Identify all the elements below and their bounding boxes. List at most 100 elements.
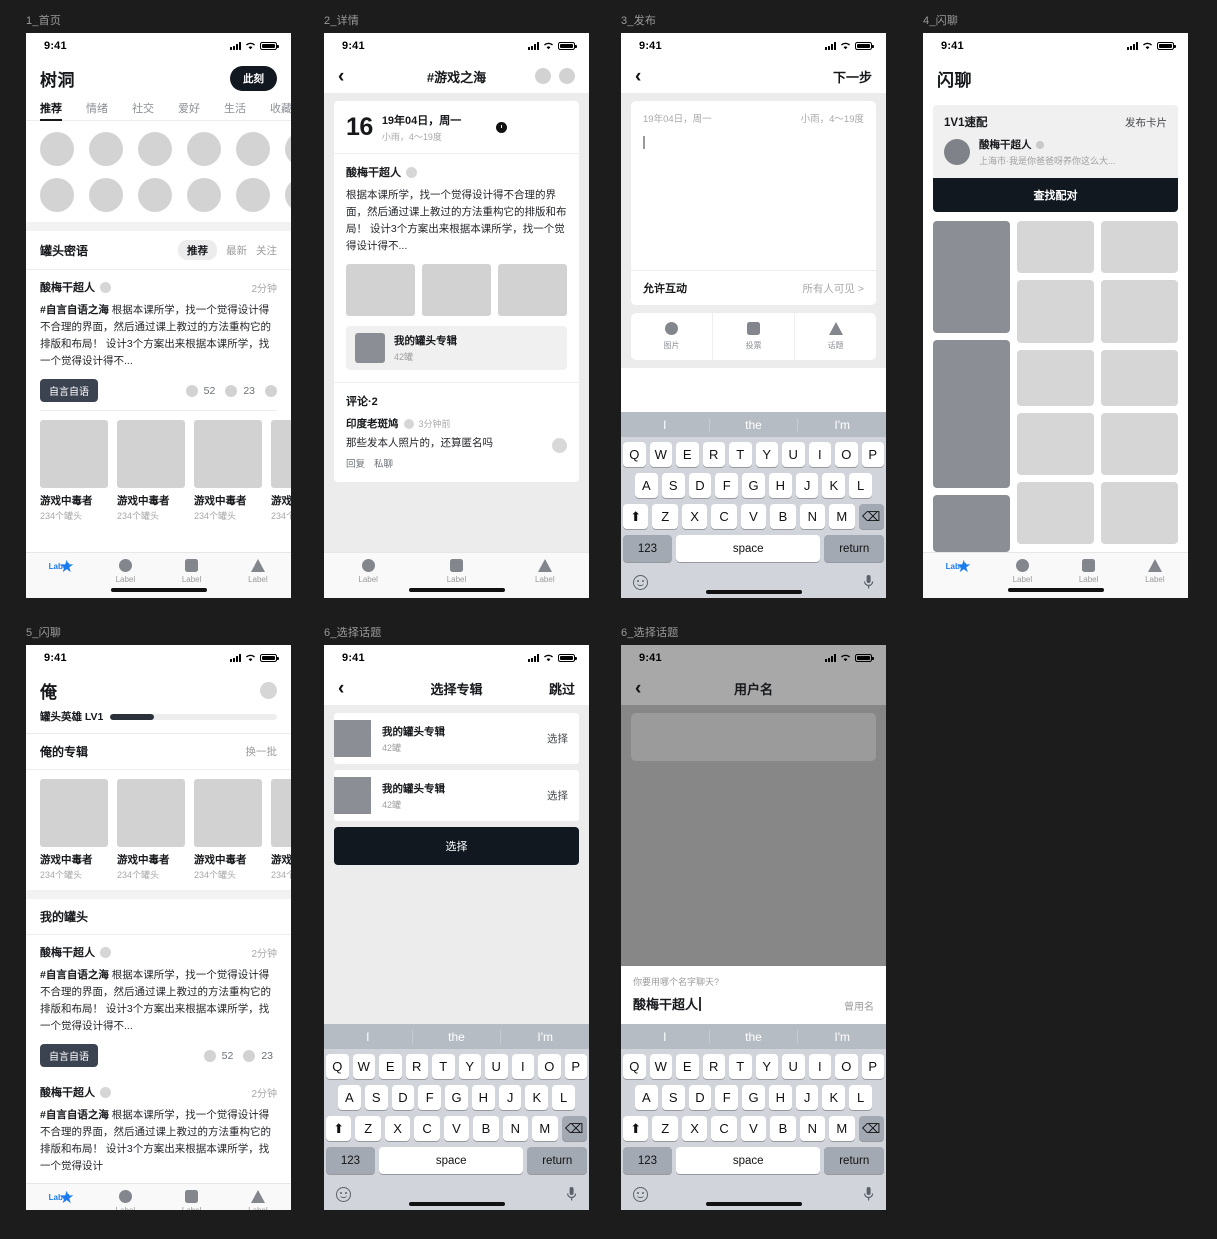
backspace-icon[interactable]: ⌫ [858, 504, 884, 529]
key-m[interactable]: M [532, 1116, 558, 1141]
suggestion-3[interactable]: I'm [797, 1029, 886, 1044]
post-card[interactable]: 酸梅干超人 2分钟 #自言自语之海 根据本课所学，找一个觉得设计得不合理的界面，… [26, 1075, 291, 1183]
key-h[interactable]: H [768, 1085, 792, 1110]
tab-bar-item-square[interactable]: Label [412, 559, 500, 584]
key-a[interactable]: A [634, 1085, 658, 1110]
comment-like-icon[interactable] [552, 438, 567, 453]
avatar[interactable] [40, 178, 74, 212]
avatar[interactable] [40, 132, 74, 166]
key-z[interactable]: Z [652, 1116, 678, 1141]
numbers-key[interactable]: 123 [623, 535, 672, 562]
numbers-key[interactable]: 123 [623, 1147, 672, 1174]
chat-tile[interactable] [1101, 221, 1178, 273]
post-card[interactable]: 酸梅干超人 2分钟 #自言自语之海 根据本课所学，找一个觉得设计得不合理的界面，… [26, 935, 291, 1075]
back-icon[interactable]: ‹ [338, 67, 344, 86]
return-key[interactable]: return [824, 535, 885, 562]
compose-textarea[interactable] [631, 125, 876, 270]
dm-button[interactable]: 私聊 [374, 456, 393, 470]
key-l[interactable]: L [552, 1085, 576, 1110]
key-j[interactable]: J [795, 473, 819, 498]
emoji-icon[interactable] [336, 1186, 351, 1202]
suggestion-1[interactable]: I [324, 1030, 412, 1044]
filter-newest[interactable]: 最新 [226, 243, 247, 258]
avatar[interactable] [236, 178, 270, 212]
key-t[interactable]: T [432, 1054, 455, 1079]
chat-tile[interactable] [933, 221, 1010, 334]
shift-icon[interactable]: ⬆ [623, 504, 649, 529]
space-key[interactable]: space [675, 1147, 821, 1174]
tab-bar-item-triangle[interactable]: Label [501, 559, 589, 584]
key-x[interactable]: X [384, 1116, 411, 1141]
key-r[interactable]: R [702, 1054, 725, 1079]
avatar[interactable] [260, 681, 277, 699]
skip-button[interactable]: 跳过 [549, 679, 575, 698]
key-c[interactable]: C [711, 504, 737, 529]
space-key[interactable]: space [675, 535, 821, 562]
tab-bar-item-circle[interactable]: Label [324, 559, 412, 584]
chat-tile[interactable] [1017, 221, 1094, 273]
back-icon[interactable]: ‹ [338, 679, 344, 698]
tab-bar-item-home[interactable]: ★ Label [26, 1189, 92, 1206]
confirm-select-button[interactable]: 选择 [334, 827, 579, 865]
key-n[interactable]: N [502, 1116, 529, 1141]
tab-bar-item-triangle[interactable]: Label [225, 1190, 291, 1210]
key-f[interactable]: F [715, 473, 739, 498]
album-card[interactable]: 游戏中毒者 234个罐头 [117, 779, 185, 881]
key-q[interactable]: Q [623, 1054, 646, 1079]
return-key[interactable]: return [527, 1147, 588, 1174]
album-card[interactable]: 游戏中毒者 234个罐头 [194, 779, 262, 881]
share-icon[interactable] [265, 384, 277, 397]
key-o[interactable]: O [835, 1054, 858, 1079]
key-m[interactable]: M [829, 504, 855, 529]
key-h[interactable]: H [471, 1085, 495, 1110]
next-button[interactable]: 下一步 [833, 67, 872, 86]
key-s[interactable]: S [364, 1085, 388, 1110]
chat-tile[interactable] [1101, 413, 1178, 475]
avatar[interactable] [138, 132, 172, 166]
avatar[interactable] [138, 178, 172, 212]
backspace-icon[interactable]: ⌫ [561, 1116, 587, 1141]
chat-tile[interactable] [1017, 482, 1094, 544]
key-h[interactable]: H [768, 473, 792, 498]
suggestion-1[interactable]: I [621, 418, 709, 432]
key-s[interactable]: S [661, 1085, 685, 1110]
album-row[interactable]: 我的罐头专辑 42罐 选择 [334, 770, 579, 821]
suggestion-2[interactable]: the [708, 1029, 798, 1044]
post-hashtag[interactable]: #自言自语之海 [40, 1109, 109, 1121]
album-card[interactable]: 游戏中毒者 234个罐头 [40, 420, 108, 522]
comment-icon[interactable] [225, 384, 238, 397]
tab-bar-item-circle[interactable]: Label [92, 1190, 158, 1210]
post-hashtag[interactable]: #自言自语之海 [40, 304, 109, 316]
key-r[interactable]: R [405, 1054, 428, 1079]
tool-topic[interactable]: 话题 [794, 313, 876, 360]
detail-image[interactable] [498, 264, 567, 316]
key-u[interactable]: U [782, 442, 805, 467]
avatar[interactable] [285, 132, 291, 166]
key-c[interactable]: C [711, 1116, 737, 1141]
avatar[interactable] [187, 132, 221, 166]
tab-hobby[interactable]: 爱好 [178, 100, 200, 120]
visibility-selector[interactable]: 所有人可见 > [802, 281, 864, 296]
detail-image[interactable] [422, 264, 491, 316]
backspace-icon[interactable]: ⌫ [858, 1116, 884, 1141]
key-g[interactable]: G [742, 473, 765, 498]
key-f[interactable]: F [418, 1085, 442, 1110]
shift-icon[interactable]: ⬆ [326, 1116, 352, 1141]
chat-tile[interactable] [1101, 482, 1178, 544]
reply-button[interactable]: 回复 [346, 456, 365, 470]
key-w[interactable]: W [649, 1054, 672, 1079]
suggestion-3[interactable]: I'm [500, 1029, 589, 1044]
microphone-icon[interactable] [863, 1186, 874, 1202]
key-q[interactable]: Q [326, 1054, 349, 1079]
key-d[interactable]: D [688, 473, 712, 498]
suggestion-2[interactable]: the [411, 1029, 501, 1044]
key-g[interactable]: G [445, 1085, 468, 1110]
avatar[interactable] [236, 132, 270, 166]
album-card[interactable]: 游戏中毒者 234个罐头 [271, 779, 291, 881]
key-w[interactable]: W [649, 442, 672, 467]
tool-image[interactable]: 图片 [631, 313, 712, 360]
emoji-icon[interactable] [633, 1186, 648, 1202]
key-v[interactable]: V [443, 1116, 470, 1141]
suggestion-3[interactable]: I'm [797, 417, 886, 432]
key-a[interactable]: A [337, 1085, 361, 1110]
